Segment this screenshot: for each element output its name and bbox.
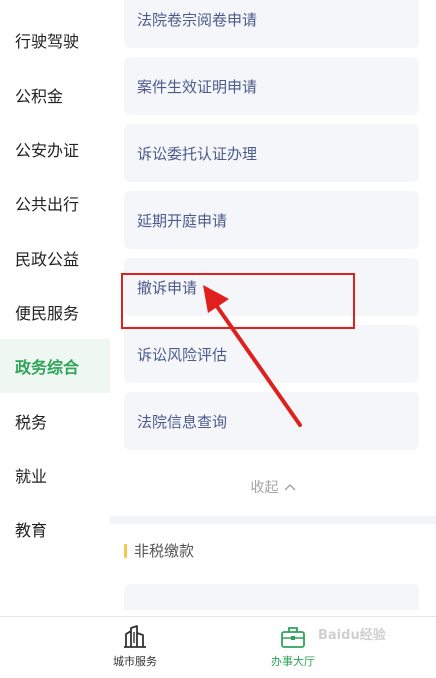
annotation-highlight-box (121, 273, 355, 329)
sidebar-item-label: 就业 (15, 467, 48, 486)
service-label: 延期开庭申请 (137, 211, 228, 230)
sidebar-item-label: 便民服务 (15, 304, 80, 323)
service-label: 法院信息查询 (137, 412, 228, 431)
sidebar-item-employment[interactable]: 就业 (0, 448, 110, 502)
chevron-up-icon (283, 483, 296, 491)
collapse-label: 收起 (250, 480, 279, 496)
sidebar-item-label: 教育 (15, 521, 48, 540)
section-marker (124, 543, 127, 558)
category-sidebar: 行驶驾驶 公积金 公安办证 公共出行 民政公益 便民服务 政务综合 税务 就业 … (0, 0, 110, 616)
tab-city-services[interactable]: 城市服务 (80, 625, 190, 675)
briefcase-icon (281, 627, 305, 648)
service-non-tax-payment[interactable] (124, 584, 419, 610)
collapse-button[interactable]: 收起 (110, 472, 436, 502)
service-label: 案件生效证明申请 (137, 77, 258, 96)
non-tax-payment-section: 非税缴款 (110, 524, 436, 616)
service-court-file-review[interactable]: 法院卷宗阅卷申请 (124, 0, 419, 48)
service-judgment-effective-certificate[interactable]: 案件生效证明申请 (124, 57, 419, 115)
sidebar-item-label: 公安办证 (15, 141, 80, 160)
sidebar-item-label: 政务综合 (15, 358, 80, 377)
sidebar-item-label: 行驶驾驶 (15, 32, 80, 51)
service-litigation-authorization[interactable]: 诉讼委托认证办理 (124, 124, 419, 182)
sidebar-item-label: 税务 (15, 413, 48, 432)
sidebar-item-label: 民政公益 (15, 250, 80, 269)
sidebar-item-label: 公共出行 (15, 195, 80, 214)
tab-label: 办事大厅 (271, 655, 315, 668)
service-label: 法院卷宗阅卷申请 (137, 10, 258, 29)
sidebar-item-civil-affairs[interactable]: 民政公益 (0, 231, 110, 285)
sidebar-item-police-certificates[interactable]: 公安办证 (0, 122, 110, 176)
service-postpone-hearing[interactable]: 延期开庭申请 (124, 191, 419, 249)
service-court-info-query[interactable]: 法院信息查询 (124, 392, 419, 450)
tab-label: 城市服务 (113, 655, 157, 668)
service-litigation-risk-assessment[interactable]: 诉讼风险评估 (124, 325, 419, 383)
section-title-text: 非税缴款 (134, 542, 195, 560)
sidebar-item-education[interactable]: 教育 (0, 502, 110, 556)
sidebar-item-housing-fund[interactable]: 公积金 (0, 68, 110, 122)
section-title: 非税缴款 (124, 540, 194, 561)
baidu-watermark: Baidu经验 (318, 628, 386, 643)
sidebar-item-convenience-services[interactable]: 便民服务 (0, 285, 110, 339)
service-label: 诉讼委托认证办理 (137, 144, 258, 163)
sidebar-item-tax[interactable]: 税务 (0, 394, 110, 448)
sidebar-item-government-affairs[interactable]: 政务综合 (0, 339, 110, 393)
government-services-panel: 法院卷宗阅卷申请 案件生效证明申请 诉讼委托认证办理 延期开庭申请 撤诉申请 诉… (110, 0, 436, 516)
sidebar-item-label: 公积金 (15, 87, 64, 106)
city-buildings-icon (124, 625, 146, 648)
sidebar-item-driving[interactable]: 行驶驾驶 (0, 13, 110, 67)
sidebar-item-public-transit[interactable]: 公共出行 (0, 176, 110, 230)
service-label: 诉讼风险评估 (137, 345, 228, 364)
